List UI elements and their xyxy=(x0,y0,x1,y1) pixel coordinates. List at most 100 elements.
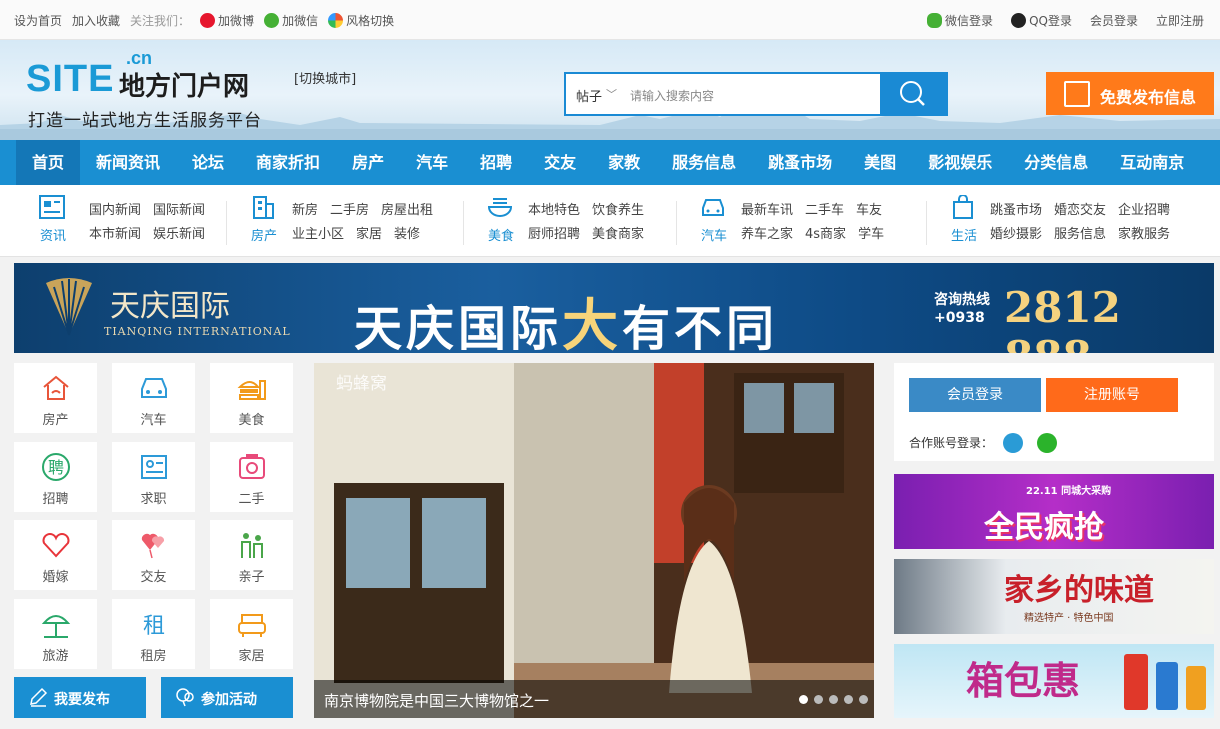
nav-item-services[interactable]: 服务信息 xyxy=(656,140,752,185)
add-wechat-link[interactable]: 加微信 xyxy=(264,12,318,29)
style-switch-link[interactable]: 风格切换 xyxy=(328,12,394,29)
category-tile-hiring[interactable]: 聘 招聘 xyxy=(14,442,97,512)
subnav-link[interactable]: 二手房 xyxy=(330,203,369,218)
nav-item-home[interactable]: 首页 xyxy=(16,140,81,185)
subnav-link[interactable]: 国际新闻 xyxy=(153,203,205,218)
subnav-link[interactable]: 美食商家 xyxy=(592,227,644,242)
nav-item-news[interactable]: 新闻资讯 xyxy=(80,140,176,185)
ad-xiangbao-hui[interactable]: 箱包惠 xyxy=(894,644,1214,718)
slider-caption[interactable]: 南京博物院是中国三大博物馆之一 xyxy=(324,690,549,711)
category-tile-rent[interactable]: 租 租房 xyxy=(112,599,195,669)
subnav-link[interactable]: 新房 xyxy=(292,203,318,218)
nav-item-classifieds[interactable]: 分类信息 xyxy=(1008,140,1104,185)
category-tile-wedding[interactable]: 婚嫁 xyxy=(14,520,97,590)
subnav-link[interactable]: 跳蚤市场 xyxy=(990,203,1042,218)
partner-login-label: 合作账号登录： xyxy=(909,433,1057,453)
banner-headline-pre: 天庆国际 xyxy=(354,301,563,353)
join-activity-button[interactable]: 参加活动 xyxy=(161,677,293,718)
banner-hotline-number: 2812 888 xyxy=(1004,283,1121,353)
subnav-link[interactable]: 最新车讯 xyxy=(741,203,793,218)
subnav-link[interactable]: 车友 xyxy=(856,203,882,218)
category-tile-cars[interactable]: 汽车 xyxy=(112,363,195,433)
search-button[interactable] xyxy=(880,74,946,114)
category-tile-realestate[interactable]: 房产 xyxy=(14,363,97,433)
category-label: 租房 xyxy=(140,649,167,664)
nav-item-jobs[interactable]: 招聘 xyxy=(464,140,528,185)
nav-item-cars[interactable]: 汽车 xyxy=(400,140,464,185)
subnav-link[interactable]: 家居 xyxy=(356,227,382,242)
nav-item-nanjing[interactable]: 互动南京 xyxy=(1104,140,1200,185)
slider-dot[interactable] xyxy=(844,695,853,704)
hire-icon: 聘 xyxy=(42,453,70,481)
register-link[interactable]: 立即注册 xyxy=(1156,12,1204,29)
wechat-login-icon[interactable] xyxy=(1036,433,1057,453)
nav-item-photos[interactable]: 美图 xyxy=(848,140,912,185)
qq-login-link[interactable]: QQ登录 xyxy=(1011,12,1072,29)
category-tile-jobseeking[interactable]: 求职 xyxy=(112,442,195,512)
ad-quanmin-fengqiang[interactable]: 22.11 同城大采购 全民疯抢 xyxy=(894,474,1214,549)
nav-item-flea-market[interactable]: 跳蚤市场 xyxy=(752,140,848,185)
subnav-link[interactable]: 家教服务 xyxy=(1118,227,1170,242)
nav-item-dating[interactable]: 交友 xyxy=(528,140,592,185)
nav-item-entertainment[interactable]: 影视娱乐 xyxy=(912,140,1008,185)
subnav-link[interactable]: 学车 xyxy=(858,227,884,242)
subnav-link[interactable]: 房屋出租 xyxy=(381,203,433,218)
ad-banner-tianqing[interactable]: 天庆国际 TIANQING INTERNATIONAL 天庆国际大有不同 咨询热… xyxy=(14,263,1214,353)
add-weibo-link[interactable]: 加微博 xyxy=(200,12,254,29)
subnav-link[interactable]: 饮食养生 xyxy=(592,203,644,218)
subnav-link[interactable]: 企业招聘 xyxy=(1118,203,1170,218)
subnav-link[interactable]: 婚纱摄影 xyxy=(990,227,1042,242)
nav-item-realestate[interactable]: 房产 xyxy=(336,140,400,185)
ad-jiaxiang-weidao[interactable]: 家乡的味道 精选特产 · 特色中国 xyxy=(894,559,1214,634)
slider-dot[interactable] xyxy=(829,695,838,704)
subnav-link[interactable]: 本地特色 xyxy=(528,203,580,218)
slider-dot[interactable] xyxy=(814,695,823,704)
category-tile-family[interactable]: 亲子 xyxy=(210,520,293,590)
subnav-link[interactable]: 养车之家 xyxy=(741,227,793,242)
category-tile-food[interactable]: 美食 xyxy=(210,363,293,433)
pencil-icon xyxy=(30,687,48,707)
category-tile-dating[interactable]: 交友 xyxy=(112,520,195,590)
nav-item-tutoring[interactable]: 家教 xyxy=(592,140,656,185)
qq-login-icon[interactable] xyxy=(1002,433,1023,453)
chevron-down-icon[interactable]: ﹀ xyxy=(606,86,617,102)
logo-site-text[interactable]: SITE xyxy=(26,58,114,101)
image-slider[interactable]: 蚂蜂窝 南京博物院是中国三大博物馆之一 xyxy=(314,363,874,718)
free-publish-button[interactable]: 免费发布信息 xyxy=(1046,72,1214,115)
set-home-link[interactable]: 设为首页 xyxy=(14,12,62,29)
category-tile-travel[interactable]: 旅游 xyxy=(14,599,97,669)
subnav-link[interactable]: 娱乐新闻 xyxy=(153,227,205,242)
subnav-link[interactable]: 二手车 xyxy=(805,203,844,218)
subnav-link[interactable]: 业主小区 xyxy=(292,227,344,242)
nav-item-forum[interactable]: 论坛 xyxy=(176,140,240,185)
wechat-login-link[interactable]: 微信登录 xyxy=(927,12,993,29)
subnav-link[interactable]: 婚恋交友 xyxy=(1054,203,1106,218)
subnav-group-label[interactable]: 房产 xyxy=(250,225,278,244)
add-favorite-link[interactable]: 加入收藏 xyxy=(72,12,120,29)
search-category-select[interactable]: 帖子 xyxy=(576,86,602,105)
nav-item-discounts[interactable]: 商家折扣 xyxy=(240,140,336,185)
sub-nav: 资讯 国内新闻 国际新闻 本市新闻 娱乐新闻 房产 新房 二手房 房屋出租 业主小区 家居… xyxy=(0,185,1220,257)
subnav-link[interactable]: 国内新闻 xyxy=(89,203,141,218)
publish-button[interactable]: 我要发布 xyxy=(14,677,146,718)
logo-site-name[interactable]: 地方门户网 xyxy=(119,66,249,103)
subnav-group-label[interactable]: 美食 xyxy=(487,225,515,244)
subnav-link[interactable]: 服务信息 xyxy=(1054,227,1106,242)
slider-dot[interactable] xyxy=(859,695,868,704)
subnav-link[interactable]: 装修 xyxy=(394,227,420,242)
banner-headline-post: 有不同 xyxy=(622,301,779,353)
subnav-link[interactable]: 厨师招聘 xyxy=(528,227,580,242)
subnav-group-label[interactable]: 汽车 xyxy=(700,225,728,244)
register-button[interactable]: 注册账号 xyxy=(1046,378,1178,412)
slider-dot[interactable] xyxy=(799,695,808,704)
switch-city-link[interactable]: [切换城市] xyxy=(294,68,356,87)
member-login-button[interactable]: 会员登录 xyxy=(909,378,1041,412)
subnav-group-label[interactable]: 生活 xyxy=(950,225,978,244)
search-input[interactable]: 请输入搜索内容 xyxy=(630,87,714,104)
category-tile-secondhand[interactable]: 二手 xyxy=(210,442,293,512)
category-tile-home[interactable]: 家居 xyxy=(210,599,293,669)
subnav-link[interactable]: 4s商家 xyxy=(805,227,846,242)
member-login-link[interactable]: 会员登录 xyxy=(1090,12,1138,29)
subnav-link[interactable]: 本市新闻 xyxy=(89,227,141,242)
subnav-group-label[interactable]: 资讯 xyxy=(39,225,67,244)
